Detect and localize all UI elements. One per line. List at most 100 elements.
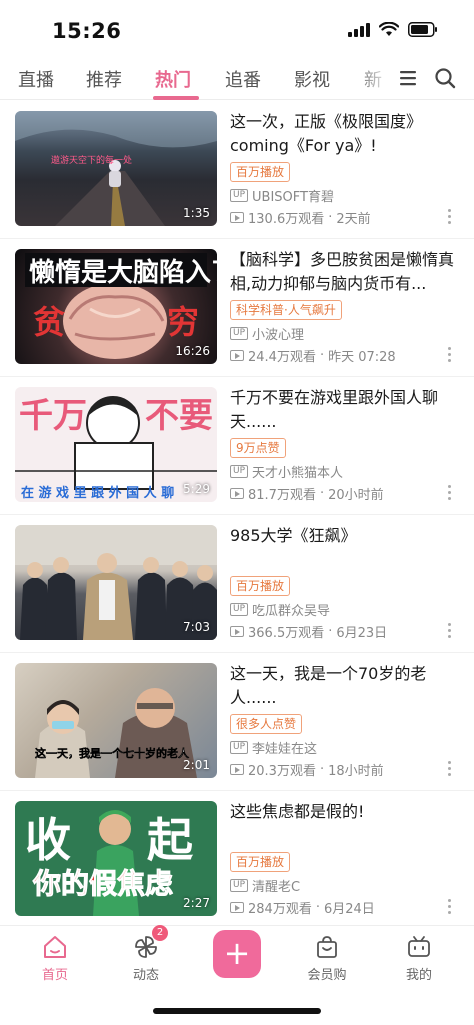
uploader-line[interactable]: UP 李娃娃在这 (230, 738, 317, 757)
video-badge: 9万点赞 (230, 438, 286, 458)
uploader-name[interactable]: 吃瓜群众吴导 (252, 600, 330, 619)
uploader-name[interactable]: 天才小熊猫本人 (252, 462, 343, 481)
video-thumbnail[interactable]: 遨游天空下的每一处 1:35 (15, 111, 217, 226)
view-count: 366.5万观看 (248, 626, 325, 641)
uploader-line[interactable]: UP 小波心理 (230, 324, 304, 343)
play-count-icon (230, 626, 244, 637)
uploader-name[interactable]: UBISOFT育碧 (252, 186, 334, 205)
more-options-icon[interactable] (448, 347, 452, 365)
home-icon (44, 936, 66, 958)
tab-hot[interactable]: 热门 (155, 66, 191, 92)
video-title[interactable]: 【脑科学】多巴胺贫困是懒惰真相,动力抑郁与脑内货币有... (230, 248, 458, 296)
video-title[interactable]: 这一次，正版《极限国度》coming《For ya》! (230, 110, 458, 158)
play-count-icon (230, 764, 244, 775)
uploader-name[interactable]: 李娃娃在这 (252, 738, 317, 757)
video-duration: 2:01 (183, 758, 210, 772)
publish-time: 20小时前 (328, 488, 384, 503)
bottom-tab-label: 会员购 (307, 968, 347, 983)
wifi-icon (379, 22, 399, 36)
video-badge: 百万播放 (230, 576, 291, 596)
video-thumbnail[interactable]: 7:03 (15, 525, 217, 640)
up-tag: UP (230, 879, 249, 892)
svg-text:收: 收 (25, 813, 71, 867)
video-title[interactable]: 这些焦虑都是假的! (230, 800, 458, 824)
video-stats: 130.6万观看 · 2天前 (230, 208, 371, 227)
uploader-name[interactable]: 小波心理 (252, 324, 304, 343)
video-thumbnail[interactable]: 懒惰是大脑陷入了 贫 穷 16:26 (15, 249, 217, 364)
svg-text:遨游天空下的每一处: 遨游天空下的每一处 (51, 154, 132, 166)
search-icon[interactable] (434, 67, 456, 89)
tab-recommend[interactable]: 推荐 (86, 66, 122, 92)
uploader-line[interactable]: UP 吃瓜群众吴导 (230, 600, 330, 619)
bottom-tab-dynamic[interactable]: 动态 (116, 934, 176, 983)
battery-icon (408, 22, 437, 37)
up-tag: UP (230, 741, 249, 754)
video-stats: 81.7万观看 · 20小时前 (230, 484, 384, 503)
video-stats: 366.5万观看 · 6月23日 (230, 622, 387, 641)
view-count: 284万观看 (248, 902, 312, 917)
up-tag: UP (230, 327, 249, 340)
video-stats: 24.4万观看 · 昨天 07:28 (230, 346, 396, 365)
video-card[interactable]: 懒惰是大脑陷入了 贫 穷 16:26 【脑科学】多巴胺贫困是懒惰真相,动力抑郁与… (0, 239, 474, 377)
play-count-icon (230, 350, 244, 361)
more-options-icon[interactable] (448, 623, 452, 641)
bottom-tab-label: 首页 (41, 968, 68, 983)
publish-time: 2天前 (336, 212, 371, 227)
more-options-icon[interactable] (448, 899, 452, 917)
svg-text:不要: 不要 (145, 396, 213, 436)
tab-film[interactable]: 影视 (294, 66, 330, 92)
video-badge: 科学科普·人气飙升 (230, 300, 342, 320)
uploader-name[interactable]: 清醒老C (252, 876, 300, 895)
uploader-line[interactable]: UP UBISOFT育碧 (230, 186, 334, 205)
view-count: 24.4万观看 (248, 350, 316, 365)
bottom-tab-home[interactable]: 首页 (25, 934, 85, 983)
svg-text:这一天，我是一个七十岁的老人: 这一天，我是一个七十岁的老人 (35, 746, 190, 760)
bottom-tab-vip-shop[interactable]: 会员购 (297, 934, 357, 983)
more-options-icon[interactable] (448, 761, 452, 779)
video-card[interactable]: 7:03 985大学《狂飙》 百万播放 UP 吃瓜群众吴导 366.5万观看 ·… (0, 515, 474, 653)
video-title[interactable]: 千万不要在游戏里跟外国人聊天...... (230, 386, 458, 434)
bottom-tab-label: 我的 (405, 968, 432, 983)
svg-text:贫: 贫 (33, 303, 65, 341)
play-count-icon (230, 212, 244, 223)
more-options-icon[interactable] (448, 209, 452, 227)
video-stats: 284万观看 · 6月24日 (230, 898, 375, 917)
video-card[interactable]: 收 起 你的假焦虑 2:27 这些焦虑都是假的! 百万播放 UP 清醒老C 28… (0, 791, 474, 929)
video-duration: 5:29 (183, 482, 210, 496)
publish-time: 6月23日 (336, 626, 388, 641)
more-options-icon[interactable] (448, 485, 452, 503)
notification-badge: 2 (152, 925, 168, 941)
tab-live[interactable]: 直播 (18, 66, 54, 92)
video-stats: 20.3万观看 · 18小时前 (230, 760, 384, 779)
video-thumbnail[interactable]: 千万 不要 在 游 戏 里 跟 外 国 人 聊 5:29 (15, 387, 217, 502)
menu-icon[interactable] (398, 68, 418, 88)
video-title[interactable]: 985大学《狂飙》 (230, 524, 458, 548)
video-badge: 百万播放 (230, 162, 291, 182)
video-badge: 很多人点赞 (230, 714, 303, 734)
video-card[interactable]: 遨游天空下的每一处 1:35 这一次，正版《极限国度》coming《For ya… (0, 101, 474, 239)
tab-anime[interactable]: 追番 (225, 66, 261, 92)
view-count: 20.3万观看 (248, 764, 316, 779)
up-tag: UP (230, 465, 249, 478)
status-bar: 15:26 (0, 0, 474, 60)
video-thumbnail[interactable]: 收 起 你的假焦虑 2:27 (15, 801, 217, 916)
home-indicator (153, 1008, 321, 1014)
svg-text:起: 起 (147, 813, 194, 867)
view-count: 130.6万观看 (248, 212, 325, 227)
video-badge: 百万播放 (230, 852, 291, 872)
view-count: 81.7万观看 (248, 488, 316, 503)
publish-time: 6月24日 (323, 902, 375, 917)
up-tag: UP (230, 189, 249, 202)
active-tab-indicator (153, 96, 199, 100)
publish-button[interactable]: + (213, 930, 261, 978)
video-card[interactable]: 这一天，我是一个七十岁的老人 2:01 这一天，我是一个70岁的老人......… (0, 653, 474, 791)
play-count-icon (230, 902, 244, 913)
uploader-line[interactable]: UP 天才小熊猫本人 (230, 462, 343, 481)
svg-text:懒惰是大脑陷入了: 懒惰是大脑陷入了 (29, 258, 217, 288)
shopping-bag-icon (317, 936, 337, 958)
bottom-tab-mine[interactable]: 我的 (389, 934, 449, 983)
video-title[interactable]: 这一天，我是一个70岁的老人...... (230, 662, 458, 710)
uploader-line[interactable]: UP 清醒老C (230, 876, 300, 895)
video-card[interactable]: 千万 不要 在 游 戏 里 跟 外 国 人 聊 5:29 千万不要在游戏里跟外国… (0, 377, 474, 515)
video-thumbnail[interactable]: 这一天，我是一个七十岁的老人 2:01 (15, 663, 217, 778)
